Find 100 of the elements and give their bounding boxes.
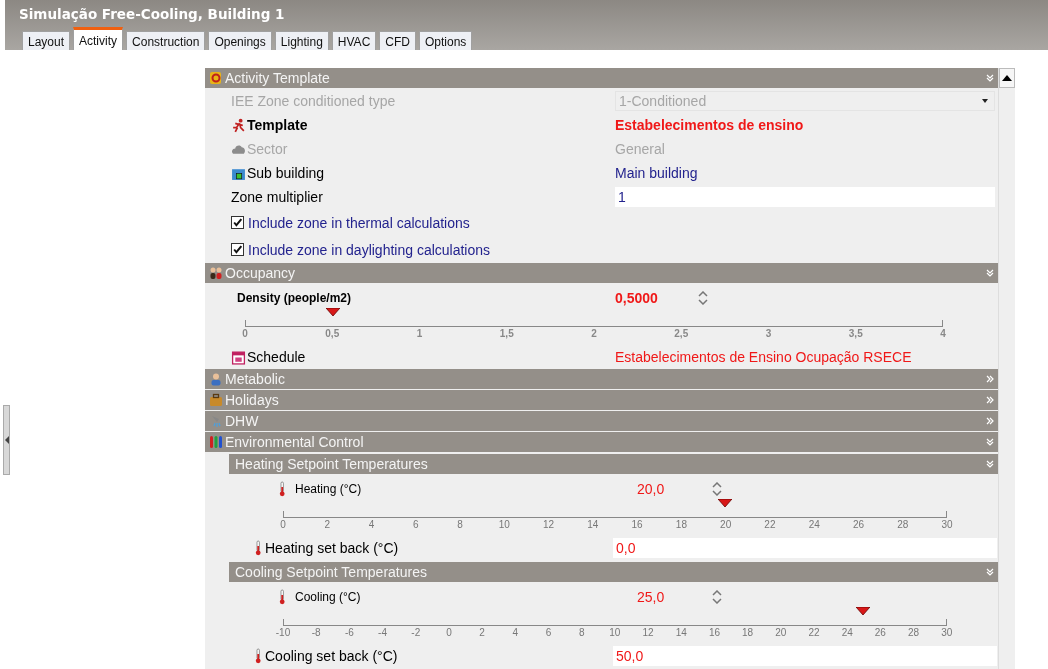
people-icon: [209, 266, 223, 280]
template-icon: [209, 71, 223, 85]
tick-label: 20: [719, 519, 733, 530]
tick-label: 14: [586, 519, 600, 530]
tick-label: -2: [410, 627, 422, 638]
suitcase-icon: [209, 393, 223, 407]
subsection-header[interactable]: Cooling Setpoint Temperatures: [229, 562, 998, 582]
tab[interactable]: CFD: [379, 31, 416, 50]
tick-label: 4: [367, 519, 376, 530]
field-value: General: [615, 141, 665, 157]
tick-label: 22: [763, 519, 777, 530]
tick-label: 4: [939, 328, 947, 339]
slider-thumb[interactable]: [718, 499, 733, 507]
field-value: 20,0: [637, 481, 666, 497]
thermometer-icon: [279, 589, 285, 605]
window-title: Simulação Free-Cooling, Building 1: [18, 5, 286, 24]
tick-label: 18: [674, 519, 688, 530]
spin-icon[interactable]: [712, 590, 722, 604]
tick-label: 2: [323, 519, 332, 530]
chevron-icon[interactable]: [986, 438, 994, 446]
tick-label: -8: [310, 627, 322, 638]
chevron-icon[interactable]: [986, 460, 994, 468]
section-header[interactable]: DHW: [205, 411, 998, 431]
slider-thumb[interactable]: [856, 607, 871, 615]
section-header[interactable]: Holidays: [205, 390, 998, 410]
field-label: Zone multiplier: [231, 189, 324, 205]
chevron-icon[interactable]: [986, 396, 994, 404]
tick-label: 28: [896, 519, 910, 530]
tick-label: 20: [774, 627, 788, 638]
tab[interactable]: Lighting: [274, 31, 329, 50]
spin-icon[interactable]: [712, 482, 722, 496]
section-title: Metabolic: [225, 371, 286, 387]
tick-label: 2: [590, 328, 598, 339]
section-title: Occupancy: [225, 265, 297, 281]
checkbox[interactable]: [231, 216, 244, 229]
setback-field[interactable]: 50,0: [613, 646, 997, 666]
tick-label: 28: [907, 627, 921, 638]
up-arrow-icon[interactable]: [1002, 75, 1012, 81]
checkbox-label[interactable]: Include zone in daylighting calculations: [248, 241, 491, 258]
tab[interactable]: Options: [418, 31, 473, 50]
field-label: Schedule: [247, 349, 306, 365]
multiplier-field[interactable]: 1: [615, 187, 995, 207]
tick-label: -10: [274, 627, 292, 638]
tick-label: 12: [542, 519, 556, 530]
field-label: Sector: [247, 141, 288, 157]
tick-label: 2: [478, 627, 486, 638]
checkbox-label[interactable]: Include zone in thermal calculations: [248, 214, 470, 231]
section-header[interactable]: Metabolic: [205, 369, 998, 389]
checkbox[interactable]: [231, 243, 244, 256]
tick-label: -4: [377, 627, 388, 638]
tick-label: 22: [807, 627, 821, 638]
tick-label: 18: [741, 627, 755, 638]
person-icon: [209, 372, 223, 386]
scroll-up-button[interactable]: [999, 68, 1015, 88]
tick-label: 10: [497, 519, 511, 530]
schedule-value[interactable]: Estabelecimentos de Ensino Ocupação RSECE: [615, 349, 912, 365]
section-header[interactable]: Activity Template: [205, 68, 998, 88]
section-title: Heating Setpoint Temperatures: [235, 456, 429, 472]
tick-label: 4: [511, 627, 520, 638]
chevron-icon[interactable]: [986, 74, 994, 82]
tab[interactable]: HVAC: [331, 31, 377, 50]
setback-field[interactable]: 0,0: [613, 538, 997, 558]
chevron-icon[interactable]: [986, 417, 994, 425]
tab[interactable]: Construction: [126, 31, 206, 50]
section-title: DHW: [225, 413, 260, 429]
template-value[interactable]: Estabelecimentos de ensino: [615, 117, 804, 133]
runner-icon: [231, 117, 246, 133]
field-value: 0,5000: [615, 290, 658, 306]
slider-thumb[interactable]: [326, 308, 340, 316]
section-title: Cooling Setpoint Temperatures: [235, 564, 428, 580]
splitter-handle[interactable]: [3, 405, 10, 475]
field-label: Heating set back (°C): [265, 540, 399, 556]
tick-label: 8: [456, 519, 464, 530]
section-header[interactable]: Occupancy: [205, 263, 998, 283]
scrollbar[interactable]: [998, 68, 1015, 669]
spin-icon[interactable]: [697, 291, 708, 305]
field-label: Sub building: [247, 165, 325, 181]
chevron-icon[interactable]: [986, 269, 994, 277]
tick-label: 30: [940, 519, 954, 530]
tick-label: 26: [851, 519, 865, 530]
tick-label: 0: [241, 328, 249, 339]
section-header[interactable]: Environmental Control: [205, 432, 998, 452]
chevron-icon[interactable]: [986, 568, 994, 576]
field-label: Heating (°C): [295, 482, 362, 496]
tick-label: 14: [674, 627, 688, 638]
tick-label: 6: [412, 519, 420, 530]
tick-label: 0: [445, 627, 453, 638]
chevron-icon[interactable]: [986, 375, 994, 383]
tick-label: 3: [764, 328, 773, 339]
tab[interactable]: Layout: [22, 31, 71, 50]
tick-label: 2,5: [673, 328, 690, 339]
tick-label: 0,5: [324, 328, 341, 339]
tab[interactable]: Openings: [208, 31, 272, 50]
subsection-header[interactable]: Heating Setpoint Temperatures: [229, 454, 998, 474]
tick-label: 8: [577, 627, 586, 638]
thermometer-icon: [279, 481, 285, 497]
thermometers-icon: [209, 435, 223, 449]
tick-label: 24: [840, 627, 854, 638]
tick-label: 0: [279, 519, 287, 530]
tab[interactable]: Activity: [73, 27, 124, 50]
